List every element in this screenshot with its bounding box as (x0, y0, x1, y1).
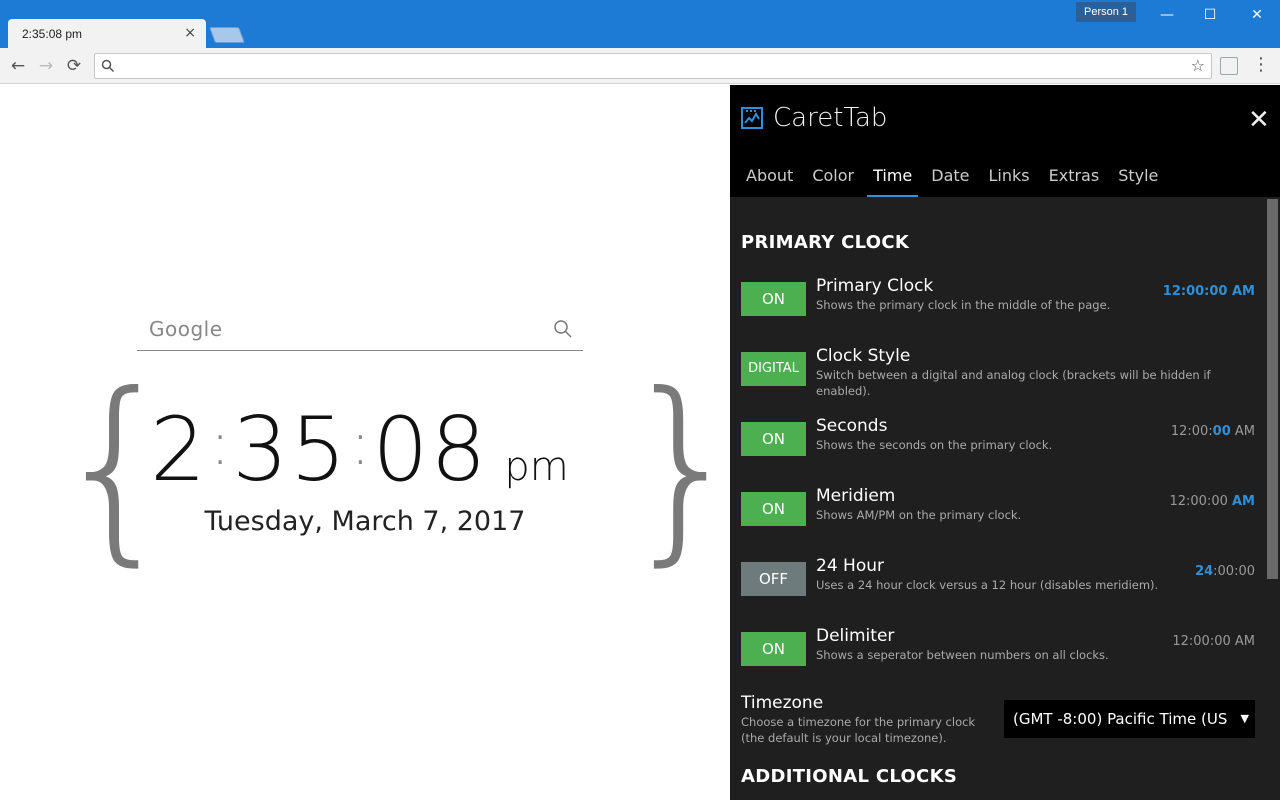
setting-preview: 12:00:00 AM (1171, 424, 1255, 439)
setting-description: Shows AM/PM on the primary clock. (816, 508, 1022, 522)
window-close-icon[interactable]: ✕ (1242, 4, 1272, 26)
preview-highlight: 00 (1212, 424, 1231, 439)
panel-title: CaretTab (773, 103, 888, 133)
tab-about[interactable]: About (740, 163, 799, 197)
clock-meridiem: pm (504, 444, 569, 490)
forward-icon[interactable]: → (34, 54, 58, 78)
setting-description: Shows a seperator between numbers on all… (816, 648, 1109, 662)
date-display: Tuesday, March 7, 2017 (204, 506, 526, 537)
tab-color[interactable]: Color (806, 163, 860, 197)
preview-highlight: AM (1232, 494, 1255, 509)
preview-highlight: 12:00:00 AM (1162, 284, 1255, 299)
dropdown-caret-icon: ▼ (1240, 712, 1249, 725)
delimiter-toggle[interactable]: ON (741, 632, 806, 666)
clock-hours: 2 (150, 398, 208, 501)
primary-clock: 2:35:08 pm (150, 395, 569, 505)
browser-titlebar: 2:35:08 pm × Person 1 — ☐ ✕ (0, 0, 1280, 49)
seconds-toggle[interactable]: ON (741, 422, 806, 456)
setting-description: Shows the primary clock in the middle of… (816, 298, 1111, 312)
minimize-icon[interactable]: — (1152, 4, 1182, 26)
tab-close-icon[interactable]: × (184, 25, 196, 41)
setting-label: 24 Hour (816, 556, 884, 576)
search-input[interactable]: Google (149, 317, 223, 341)
setting-primary-clock: ON Primary Clock Shows the primary clock… (741, 276, 1255, 338)
setting-preview: 12:00:00 AM (1169, 494, 1255, 509)
address-bar[interactable]: ☆ (94, 53, 1212, 79)
caret-tab-logo-icon (741, 107, 763, 129)
clock-delimiter: : (210, 409, 231, 479)
preview-text: AM (1230, 424, 1255, 439)
tab-title: 2:35:08 pm (22, 27, 83, 41)
setting-preview: 24:00:00 (1195, 564, 1255, 579)
clock-seconds: 08 (372, 398, 489, 501)
setting-24-hour: OFF 24 Hour Uses a 24 hour clock versus … (741, 556, 1255, 618)
timezone-description: Choose a timezone for the primary clock … (741, 715, 976, 745)
setting-description: Uses a 24 hour clock versus a 12 hour (d… (816, 578, 1159, 592)
search-icon (101, 58, 115, 77)
preview-text: 12:00: (1170, 424, 1213, 439)
clock-minutes: 35 (232, 398, 349, 501)
setting-preview: 12:00:00 AM (1163, 284, 1255, 299)
setting-label: Primary Clock (816, 276, 934, 296)
new-tab-page: Google { } 2:35:08 pm Tuesday, March 7, 2… (0, 85, 747, 800)
primary-clock-toggle[interactable]: ON (741, 282, 806, 316)
back-icon[interactable]: ← (6, 54, 30, 78)
setting-meridiem: ON Meridiem Shows AM/PM on the primary c… (741, 486, 1255, 548)
caret-tab-extension-icon[interactable] (1220, 57, 1238, 75)
bookmark-star-icon[interactable]: ☆ (1191, 56, 1205, 75)
tab-time[interactable]: Time (867, 163, 919, 197)
preview-text: 12:00:00 AM (1172, 634, 1255, 649)
setting-clock-style: DIGITAL Clock Style Switch between a dig… (741, 346, 1255, 408)
new-tab-button[interactable] (209, 27, 245, 43)
section-additional-clocks: ADDITIONAL CLOCKS (741, 766, 958, 787)
section-primary-clock: PRIMARY CLOCK (741, 232, 910, 253)
panel-header: CaretTab ✕ About Color Time Date Links E… (730, 85, 1280, 197)
setting-delimiter: ON Delimiter Shows a seperator between n… (741, 626, 1255, 688)
browser-toolbar: ← → ⟳ ☆ ⋮ (0, 48, 1280, 84)
maximize-icon[interactable]: ☐ (1195, 4, 1225, 26)
setting-label: Meridiem (816, 486, 896, 506)
setting-label: Delimiter (816, 626, 895, 646)
tab-date[interactable]: Date (925, 163, 975, 197)
meridiem-toggle[interactable]: ON (741, 492, 806, 526)
preview-text: 12:00:00 (1169, 494, 1232, 509)
24-hour-toggle[interactable]: OFF (741, 562, 806, 596)
setting-seconds: ON Seconds Shows the seconds on the prim… (741, 416, 1255, 478)
preview-text: :00:00 (1213, 564, 1255, 579)
preview-highlight: 24 (1195, 564, 1214, 579)
setting-description: Shows the seconds on the primary clock. (816, 438, 1053, 452)
clock-style-toggle[interactable]: DIGITAL (741, 352, 806, 386)
search-icon[interactable] (553, 319, 573, 343)
timezone-label: Timezone (741, 693, 824, 713)
settings-tabs: About Color Time Date Links Extras Style (740, 163, 1171, 197)
setting-timezone: Timezone Choose a timezone for the prima… (741, 693, 1255, 755)
google-search-box[interactable]: Google (137, 311, 583, 351)
menu-icon[interactable]: ⋮ (1252, 54, 1270, 75)
setting-label: Seconds (816, 416, 888, 436)
tab-extras[interactable]: Extras (1043, 163, 1106, 197)
browser-tab[interactable]: 2:35:08 pm × (8, 19, 206, 49)
right-bracket: } (620, 351, 748, 584)
tab-links[interactable]: Links (983, 163, 1036, 197)
timezone-selected-value: (GMT -8:00) Pacific Time (US & Canada) (1013, 710, 1233, 728)
timezone-select[interactable]: (GMT -8:00) Pacific Time (US & Canada) ▼ (1004, 700, 1255, 738)
settings-panel: CaretTab ✕ About Color Time Date Links E… (730, 85, 1280, 800)
reload-icon[interactable]: ⟳ (62, 54, 86, 78)
clock-delimiter: : (350, 409, 371, 479)
close-icon[interactable]: ✕ (1248, 105, 1270, 135)
setting-description: Switch between a digital and analog cloc… (816, 368, 1211, 398)
tab-style[interactable]: Style (1112, 163, 1164, 197)
setting-label: Clock Style (816, 346, 911, 366)
setting-preview: 12:00:00 AM (1172, 634, 1255, 649)
scrollbar-thumb[interactable] (1267, 199, 1278, 579)
profile-button[interactable]: Person 1 (1076, 2, 1137, 22)
